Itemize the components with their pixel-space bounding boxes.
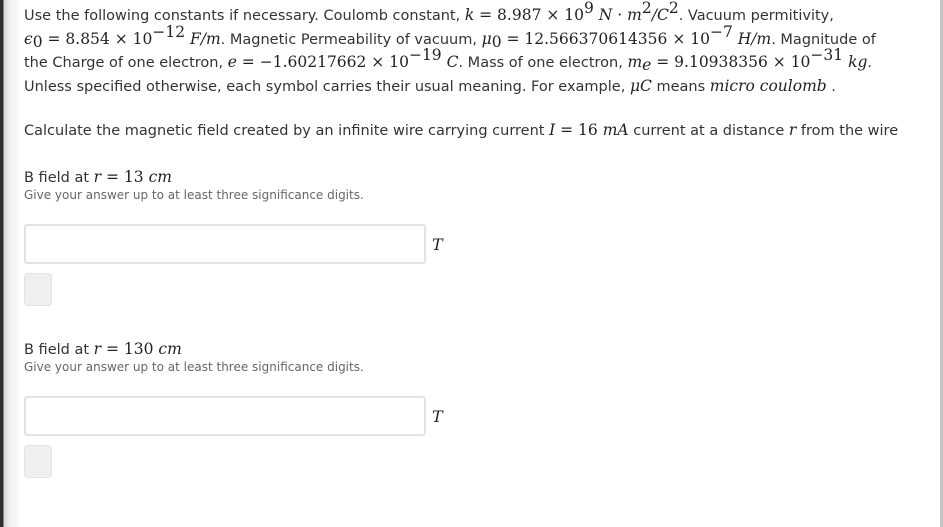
math-me: m <box>627 53 643 71</box>
question-part-1: B field at r = 13 cm Give your answer up… <box>24 166 443 306</box>
math-unit: /C <box>651 6 669 24</box>
math-unit: kg <box>843 53 868 71</box>
math-exp: 9 <box>584 0 594 17</box>
math-current-value: = 16 <box>555 121 603 139</box>
question-text: Calculate the magnetic field created by … <box>24 121 898 139</box>
math-unit: N · m <box>593 6 642 24</box>
math-r-value: = 13 <box>101 168 149 186</box>
window-left-edge <box>0 0 22 527</box>
question-text-part: Calculate the magnetic field created by … <box>24 123 550 139</box>
math-exp: −12 <box>152 22 186 41</box>
constants-paragraph: Use the following constants if necessary… <box>24 0 894 98</box>
math-unit: cm <box>148 168 172 186</box>
math-r-value: = 130 <box>101 340 159 358</box>
answer-row: T <box>24 224 443 264</box>
question-text-part: from the wire <box>796 123 899 139</box>
part-label-text: B field at <box>24 170 94 186</box>
math-me-value: = 9.10938356 × 10 <box>651 53 811 71</box>
submit-check-button[interactable] <box>24 445 52 478</box>
math-unit: mA <box>602 121 629 139</box>
unit-label: T <box>432 406 443 426</box>
intro-text: . Mass of one electron, <box>458 55 628 71</box>
math-exp: 2 <box>668 0 679 17</box>
math-exp: −7 <box>709 22 733 41</box>
math-sub: e <box>642 56 652 74</box>
intro-text: Use the following constants if necessary… <box>24 8 465 24</box>
math-unit: F/m <box>185 29 221 48</box>
answer-row: T <box>24 396 443 436</box>
math-unit: cm <box>158 340 182 358</box>
part-label: B field at r = 13 cm <box>24 166 364 188</box>
math-epsilon: ϵ <box>24 29 33 48</box>
math-exp: 2 <box>641 0 652 17</box>
answer-input[interactable] <box>24 396 426 436</box>
math-mu: μ <box>481 29 492 48</box>
math-sub: 0 <box>491 32 502 51</box>
constants-text: Use the following constants if necessary… <box>24 0 894 98</box>
question-part-2: B field at r = 130 cm Give your answer u… <box>24 338 443 478</box>
math-e: e <box>227 53 237 71</box>
math-unit: H/m <box>732 29 772 48</box>
intro-text: . <box>826 78 836 95</box>
math-microcoulomb: μC <box>629 76 652 95</box>
intro-text: . Vacuum permitivity, <box>678 8 834 24</box>
math-k: k <box>464 6 475 24</box>
intro-text: means <box>651 78 710 95</box>
answer-input[interactable] <box>24 224 426 264</box>
intro-text: . Magnetic Permeability of vacuum, <box>220 31 482 48</box>
math-sub: 0 <box>32 32 43 51</box>
math-exp: −19 <box>408 46 442 64</box>
math-r: r <box>93 340 102 358</box>
math-eps-value: = 8.854 × 10 <box>42 29 153 48</box>
math-e-value: = −1.60217662 × 10 <box>236 53 409 71</box>
part-label-text: B field at <box>24 342 94 358</box>
unit-label: T <box>432 234 443 254</box>
part-label: B field at r = 130 cm <box>24 338 364 360</box>
submit-check-button[interactable] <box>24 273 52 306</box>
math-mu-value: = 12.566370614356 × 10 <box>501 29 710 48</box>
answer-hint: Give your answer up to at least three si… <box>24 360 364 374</box>
math-exp: −31 <box>810 46 844 64</box>
math-unit: C <box>441 53 459 71</box>
math-r: r <box>93 168 102 186</box>
math-microcoulomb-words: micro coulomb <box>709 76 827 95</box>
question-text-part: current at a distance <box>628 123 789 139</box>
math-k-value: = 8.987 × 10 <box>474 6 584 24</box>
answer-hint: Give your answer up to at least three si… <box>24 188 364 202</box>
